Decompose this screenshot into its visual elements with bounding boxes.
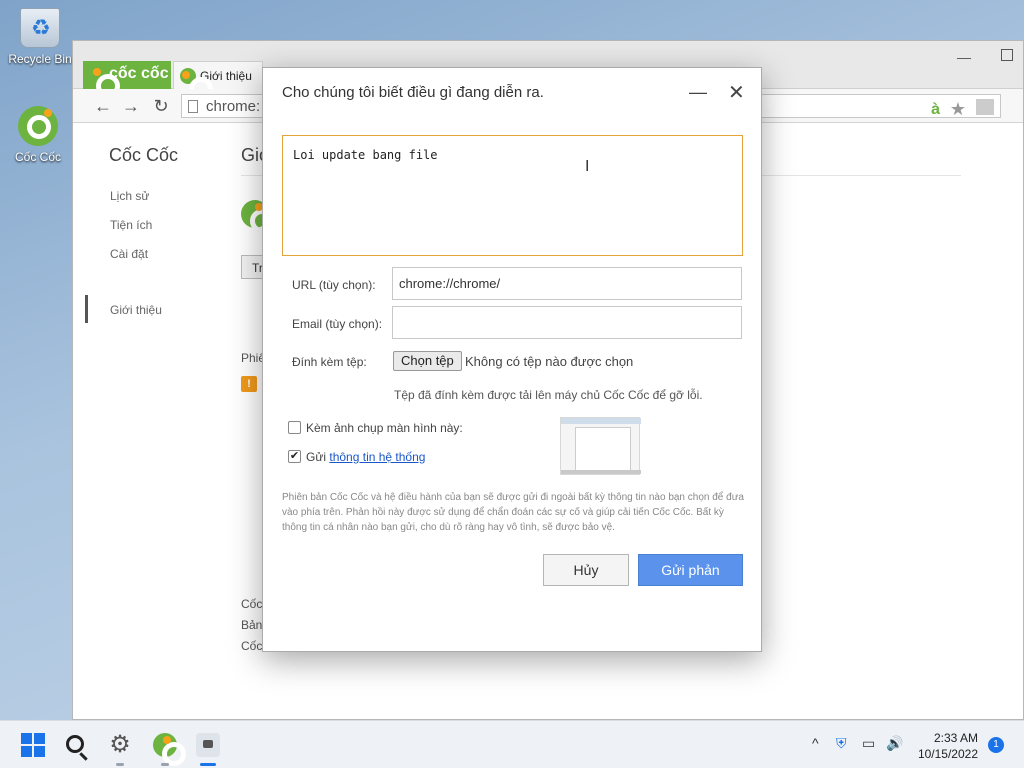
system-info-prefix: Gửi [306,450,330,464]
sidebar-title: Cốc Cốc [109,145,179,165]
coccoc-a-icon[interactable]: à [931,101,940,119]
running-indicator [161,763,169,766]
footer-line-2: Bản [241,618,263,632]
display-icon[interactable]: ▭ [862,735,875,752]
bookmark-star-icon[interactable]: ★ [950,99,966,120]
cancel-button[interactable]: Hủy [543,554,629,586]
sidebar-item-history[interactable]: Lịch sử [110,189,149,203]
download-icon[interactable] [976,99,994,115]
feedback-dialog: Cho chúng tôi biết điều gì đang diễn ra.… [262,67,762,652]
sidebar-item-extensions[interactable]: Tiện ích [110,218,152,232]
warning-icon: ! [241,376,257,392]
clock-time: 2:33 AM [933,731,978,745]
recycle-bin-icon [20,8,60,48]
privacy-disclaimer: Phiên bản Cốc Cốc và hệ điều hành của bạ… [282,492,744,533]
coccoc-desktop-label: Cốc Cốc [14,150,61,164]
volume-icon[interactable]: 🔊 [886,735,903,752]
start-menu-icon[interactable] [21,733,45,757]
sidebar-item-about[interactable]: Giới thiệu [85,295,162,323]
window-maximize-button[interactable] [1001,49,1013,61]
attach-note: Tệp đã đính kèm được tải lên máy chủ Cốc… [394,388,703,402]
tab-favicon-icon [180,68,213,101]
email-field[interactable] [392,306,742,339]
address-text: chrome: [206,98,261,115]
window-minimize-button[interactable]: — [957,49,971,65]
screenshot-checkbox-label: Kèm ảnh chụp màn hình này: [306,421,463,435]
footer-line-1: Cốc [241,597,263,611]
recycle-bin-label: Recycle Bin [8,52,72,66]
taskbar: ⚙ ^ ⛨ ▭ 🔊 2:33 AM 10/15/2022 1 [0,720,1024,768]
page-icon [188,100,198,113]
dialog-minimize-button[interactable]: — [689,82,707,103]
coccoc-brand-button[interactable]: cốc cốc [83,61,171,98]
file-status: Không có tệp nào được chọn [465,354,634,369]
recycle-bin-desktop-icon[interactable]: Recycle Bin [4,8,76,66]
active-indicator [200,763,216,766]
notification-badge[interactable]: 1 [988,737,1004,753]
back-arrow-icon[interactable]: ← [93,96,113,116]
choose-file-button[interactable]: Chọn tệp [393,351,462,371]
url-label: URL (tùy chọn): [292,278,376,292]
search-icon[interactable] [66,735,84,753]
reload-icon[interactable]: ↻ [151,96,171,116]
footer-line-3: Cốc [241,639,263,653]
send-feedback-button[interactable]: Gửi phản [638,554,743,586]
feedback-description-input[interactable]: Loi update bang file [282,135,743,256]
dialog-title: Cho chúng tôi biết điều gì đang diễn ra. [282,84,544,101]
settings-gear-icon[interactable]: ⚙ [108,733,132,757]
running-indicator [116,763,124,766]
system-info-link[interactable]: thông tin hệ thống [329,450,425,464]
clock-date: 10/15/2022 [917,747,978,761]
screenshot-checkbox[interactable] [288,421,301,434]
coccoc-desktop-icon[interactable]: Cốc Cốc [2,106,74,164]
url-field[interactable] [392,267,742,300]
system-info-checkbox[interactable]: ✔ [288,450,301,463]
system-info-label: Gửi thông tin hệ thống [306,450,425,464]
tab-about[interactable]: Giới thiệu [173,61,263,101]
text-cursor-icon: I [585,158,590,175]
system-clock[interactable]: 2:33 AM 10/15/2022 [918,730,978,762]
attach-label: Đính kèm tệp: [292,355,367,369]
tray-chevron-icon[interactable]: ^ [812,735,819,751]
email-label: Email (tùy chọn): [292,317,383,331]
screenshot-thumbnail [560,417,641,475]
coccoc-logo-icon [87,65,120,98]
security-shield-icon[interactable]: ⛨ [836,735,847,752]
coccoc-taskbar-icon[interactable] [153,733,186,766]
feedback-app-icon[interactable] [196,733,220,757]
coccoc-logo-icon [18,106,58,146]
dialog-close-icon[interactable]: ✕ [728,80,745,105]
sidebar-item-settings[interactable]: Cài đặt [110,247,148,261]
forward-arrow-icon[interactable]: → [121,96,141,116]
